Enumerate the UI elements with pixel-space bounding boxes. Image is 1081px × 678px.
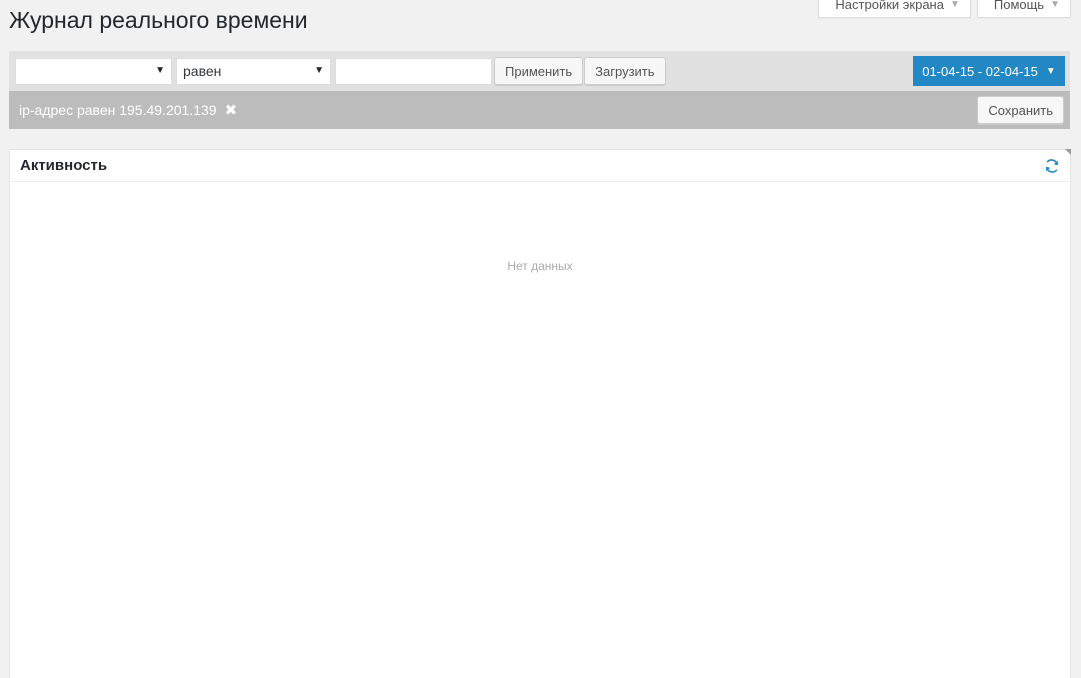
active-filter-tag: ip-адрес равен 195.49.201.139 ✖ — [19, 101, 237, 119]
filter-field-select[interactable]: ▼ — [15, 57, 172, 85]
active-filter-label: ip-адрес равен 195.49.201.139 — [19, 102, 217, 118]
load-button[interactable]: Загрузить — [584, 57, 666, 85]
screen-options-label: Настройки экрана — [835, 0, 944, 12]
activity-panel: Активность Нет данных — [9, 149, 1071, 678]
filter-value-input[interactable] — [335, 57, 492, 85]
screen-meta-links: Настройки экрана ▼ Помощь ▼ — [818, 0, 1071, 18]
caret-down-icon: ▼ — [949, 0, 960, 10]
empty-message: Нет данных — [507, 259, 573, 273]
save-filter-button[interactable]: Сохранить — [977, 96, 1064, 124]
filter-operator-select[interactable]: равен ▼ — [176, 57, 331, 85]
help-label: Помощь — [993, 0, 1045, 12]
caret-down-icon: ▼ — [1045, 65, 1056, 77]
panel-title: Активность — [20, 157, 108, 174]
active-filters-bar: ip-адрес равен 195.49.201.139 ✖ Сохранит… — [9, 91, 1070, 129]
apply-button[interactable]: Применить — [494, 57, 584, 85]
screen-options-tab[interactable]: Настройки экрана ▼ — [818, 0, 971, 18]
help-tab[interactable]: Помощь ▼ — [976, 0, 1071, 18]
panel-header: Активность — [10, 150, 1070, 182]
date-range-picker[interactable]: 01-04-15 - 02-04-15 ▼ — [913, 56, 1065, 86]
caret-down-icon: ▼ — [155, 64, 165, 76]
filter-operator-value: равен — [183, 63, 222, 79]
page-title: Журнал реального времени — [9, 7, 308, 33]
remove-filter-icon[interactable]: ✖ — [225, 101, 238, 119]
filter-bar: ▼ равен ▼ Применить Загрузить 01-04-15 -… — [9, 51, 1070, 91]
date-range-value: 01-04-15 - 02-04-15 — [922, 63, 1038, 79]
refresh-icon[interactable] — [1044, 158, 1060, 174]
caret-down-icon: ▼ — [314, 64, 324, 76]
caret-down-icon: ▼ — [1050, 0, 1060, 10]
page: Настройки экрана ▼ Помощь ▼ Журнал реаль… — [0, 0, 1081, 678]
